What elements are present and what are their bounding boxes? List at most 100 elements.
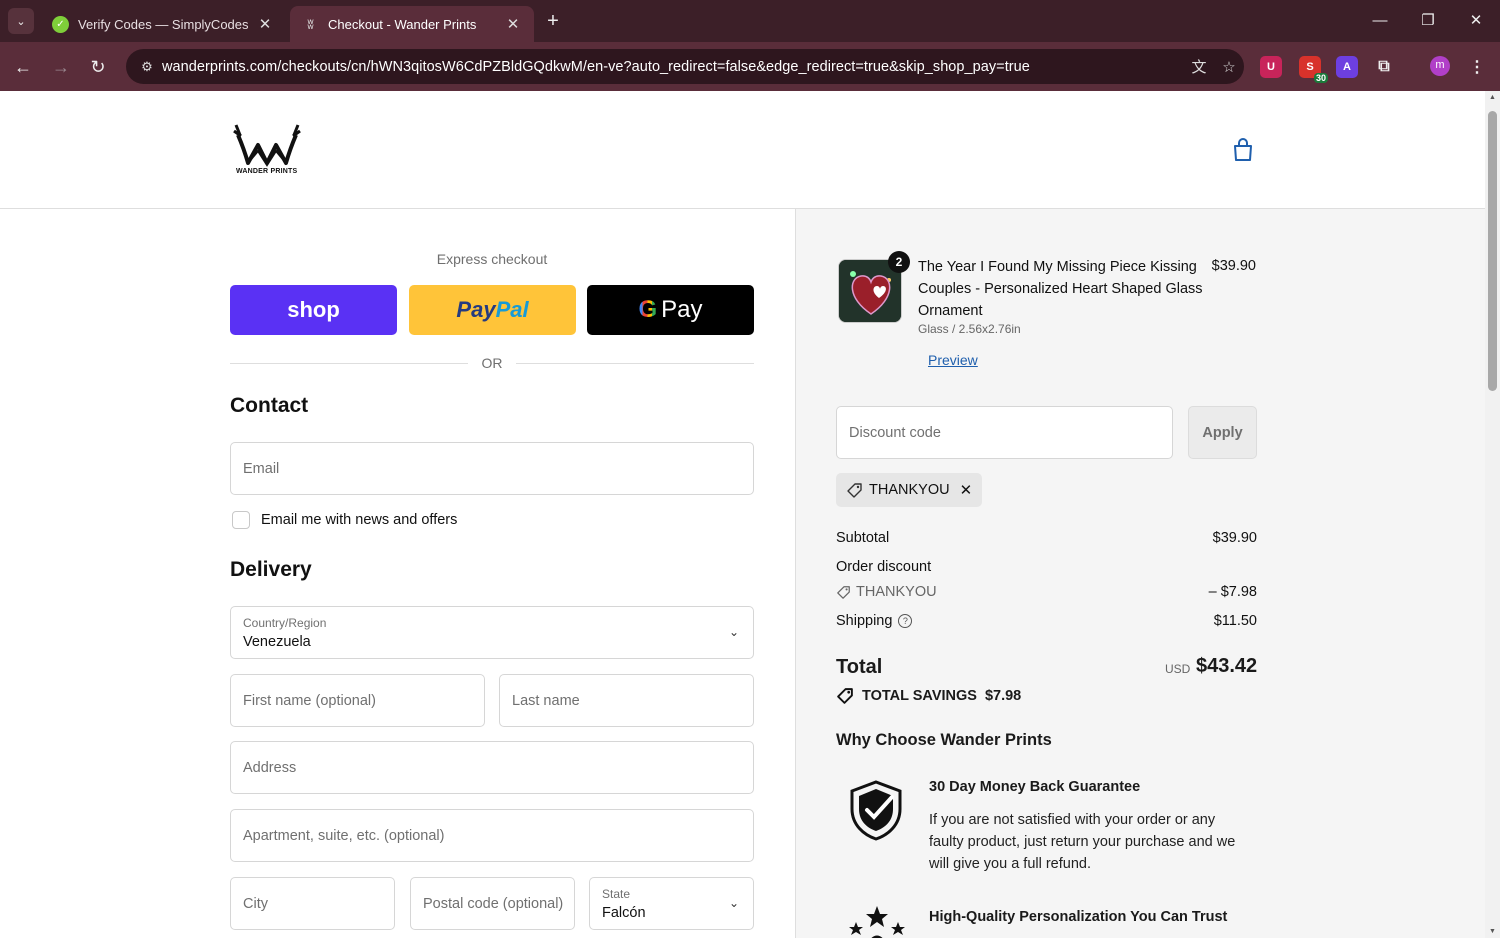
address-field[interactable]: Address: [230, 741, 754, 794]
minimize-icon[interactable]: —: [1365, 8, 1395, 34]
shield-extension-icon[interactable]: U: [1260, 56, 1282, 78]
shopping-bag-icon[interactable]: [1231, 137, 1255, 163]
paypal-label-pal: Pal: [495, 297, 529, 322]
simplycodes-favicon-icon: ✓: [52, 15, 69, 33]
wander-prints-favicon-icon: ʬ: [307, 16, 314, 32]
apartment-placeholder: Apartment, suite, etc. (optional): [243, 828, 445, 844]
tab-search-icon[interactable]: ⌄: [8, 8, 34, 34]
delivery-heading: Delivery: [230, 558, 312, 581]
email-field[interactable]: Email: [230, 442, 754, 495]
subtotal-label: Subtotal: [836, 530, 890, 546]
forward-icon[interactable]: →: [48, 54, 74, 80]
close-tab-icon[interactable]: ✕: [504, 15, 522, 33]
address-bar[interactable]: ⚙ wanderprints.com/checkouts/cn/hWN3qito…: [126, 49, 1244, 84]
why-choose-heading: Why Choose Wander Prints: [836, 731, 1052, 749]
profile-avatar[interactable]: m: [1430, 56, 1450, 76]
url-text[interactable]: wanderprints.com/checkouts/cn/hWN3qitosW…: [162, 59, 1184, 75]
scrollbar-thumb[interactable]: [1488, 111, 1497, 391]
country-select[interactable]: Country/Region Venezuela ⌄: [230, 606, 754, 659]
scroll-up-icon[interactable]: ▲: [1488, 94, 1497, 101]
google-pay-button[interactable]: G Pay: [587, 285, 754, 335]
tab-title: Verify Codes — SimplyCodes: [78, 16, 249, 32]
first-name-field[interactable]: First name (optional): [230, 674, 485, 727]
state-select[interactable]: State Falcón ⌄: [589, 877, 754, 930]
state-label: State: [602, 887, 631, 901]
extension-badge: 30: [1313, 73, 1328, 83]
bookmark-star-icon[interactable]: ☆: [1214, 58, 1244, 76]
simplycodes-extension-icon[interactable]: S 30: [1299, 56, 1328, 83]
discount-value: – $7.98: [1208, 584, 1257, 600]
savings-label: TOTAL SAVINGS: [862, 688, 977, 704]
discount-code-placeholder: Discount code: [849, 425, 941, 441]
restore-icon[interactable]: ❐: [1413, 8, 1443, 34]
benefit-title: 30 Day Money Back Guarantee: [929, 779, 1141, 795]
currency-code: USD: [1165, 662, 1191, 676]
applied-discount-tag: THANKYOU ✕: [836, 473, 983, 507]
last-name-field[interactable]: Last name: [499, 674, 754, 727]
benefit-title: High-Quality Personalization You Can Tru…: [929, 909, 1228, 925]
tag-icon: [847, 482, 862, 498]
news-offers-label[interactable]: Email me with news and offers: [261, 512, 457, 528]
remove-discount-icon[interactable]: ✕: [960, 481, 973, 499]
city-field[interactable]: City: [230, 877, 395, 930]
express-checkout-title: Express checkout: [436, 251, 548, 267]
postal-code-placeholder: Postal code (optional): [423, 896, 564, 912]
shipping-value: $11.50: [1213, 613, 1257, 629]
apartment-field[interactable]: Apartment, suite, etc. (optional): [230, 809, 754, 862]
stars-icon: [849, 906, 905, 938]
reload-icon[interactable]: ↻: [85, 54, 111, 80]
subtotal-row: Subtotal $39.90: [836, 530, 1257, 546]
tab-simplycodes[interactable]: ✓ Verify Codes — SimplyCodes ✕: [40, 6, 286, 42]
chevron-down-icon: ⌄: [728, 625, 739, 639]
country-value: Venezuela: [243, 634, 311, 650]
tab-strip: ⌄ ✓ Verify Codes — SimplyCodes ✕ ʬ Check…: [0, 0, 1500, 42]
discount-code-field[interactable]: Discount code: [836, 406, 1173, 459]
tab-title: Checkout - Wander Prints: [328, 16, 477, 32]
window-close-icon[interactable]: ✕: [1461, 8, 1491, 34]
shipping-label: Shipping: [836, 613, 893, 629]
checkout-page: WANDER PRINTS Express checkout shop Pay P…: [0, 91, 1485, 938]
product-title: The Year I Found My Missing Piece Kissin…: [918, 259, 1203, 319]
news-offers-checkbox[interactable]: [232, 511, 250, 529]
extensions-puzzle-icon[interactable]: ⧉: [1373, 56, 1395, 78]
site-info-icon[interactable]: ⚙: [132, 59, 162, 75]
savings-value: $7.98: [984, 688, 1022, 704]
paypal-label-pay: Pay: [456, 297, 496, 322]
tab-checkout[interactable]: ʬ Checkout - Wander Prints ✕: [290, 6, 534, 42]
help-icon[interactable]: ?: [898, 614, 913, 628]
postal-code-field[interactable]: Postal code (optional): [410, 877, 575, 930]
close-tab-icon[interactable]: ✕: [256, 15, 274, 33]
a-extension-icon[interactable]: A: [1336, 56, 1358, 78]
preview-link[interactable]: Preview: [928, 352, 978, 368]
browser-toolbar: ← → ↻ ⚙ wanderprints.com/checkouts/cn/hW…: [0, 42, 1500, 91]
total-label: Total: [836, 656, 883, 678]
contact-heading: Contact: [230, 394, 309, 417]
shipping-row: Shipping ? $11.50: [836, 613, 1257, 629]
benefit-body: If you are not satisfied with your order…: [929, 812, 1236, 872]
checkout-form-column: Express checkout shop Pay Pal G Pay OR Con…: [0, 209, 795, 938]
scroll-down-icon[interactable]: ▼: [1488, 928, 1497, 935]
browser-chrome: ⌄ ✓ Verify Codes — SimplyCodes ✕ ʬ Check…: [0, 0, 1500, 91]
or-divider: OR: [230, 355, 754, 373]
discount-code-label: THANKYOU: [856, 584, 937, 600]
google-g-icon: G: [638, 296, 658, 323]
country-label: Country/Region: [243, 616, 327, 630]
quantity-badge: 2: [888, 251, 910, 273]
translate-icon[interactable]: 文: [1184, 56, 1214, 77]
email-placeholder: Email: [243, 461, 280, 477]
shop-pay-label: shop: [287, 297, 340, 322]
chevron-down-icon: ⌄: [728, 896, 739, 910]
first-name-placeholder: First name (optional): [243, 693, 376, 709]
product-variant: Glass / 2.56x2.76in: [918, 322, 1021, 336]
page-scrollbar[interactable]: ▲ ▼: [1485, 91, 1500, 938]
google-pay-label: Pay: [661, 296, 703, 323]
back-icon[interactable]: ←: [10, 54, 36, 80]
news-offers-option: Email me with news and offers: [232, 511, 457, 529]
total-value: $43.42: [1196, 655, 1258, 677]
shop-pay-button[interactable]: shop: [230, 285, 397, 335]
paypal-button[interactable]: Pay Pal: [409, 285, 576, 335]
new-tab-icon[interactable]: +: [541, 9, 565, 33]
menu-kebab-icon[interactable]: ⋮: [1466, 56, 1488, 78]
apply-button[interactable]: Apply: [1188, 406, 1257, 459]
subtotal-value: $39.90: [1212, 530, 1257, 546]
